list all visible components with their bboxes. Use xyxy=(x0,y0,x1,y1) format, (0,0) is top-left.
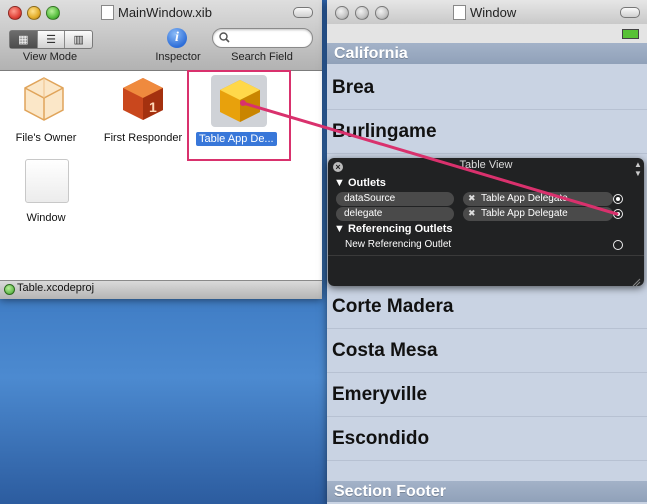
icon-view-icon[interactable]: ▦ xyxy=(10,31,38,48)
toolbar-toggle-button[interactable] xyxy=(293,7,313,18)
outlet-target[interactable]: Table App Delegate xyxy=(463,207,613,221)
document-icon xyxy=(453,5,466,20)
view-mode-control[interactable]: ▦ ☰ ▥ xyxy=(9,30,93,49)
view-mode-label: View Mode xyxy=(22,51,78,63)
window-object-label: Window xyxy=(26,212,66,224)
referencing-disclosure[interactable]: ▼ Referencing Outlets xyxy=(334,223,452,235)
table-row[interactable]: Costa Mesa xyxy=(327,329,647,373)
zoom-button[interactable] xyxy=(46,6,60,20)
minimize-button[interactable] xyxy=(27,6,41,20)
connections-panel: × Table View ▲ ▼ ▼ Outlets dataSource Tab… xyxy=(328,158,644,287)
outlet-target[interactable]: Table App Delegate xyxy=(463,192,613,206)
resize-arrows-icon[interactable]: ▲ ▼ xyxy=(634,160,642,178)
minimize-button[interactable] xyxy=(355,6,369,20)
outlet-name: delegate xyxy=(336,207,454,221)
battery-icon xyxy=(622,29,639,39)
disconnect-icon[interactable]: ✖ xyxy=(468,193,476,204)
table-row[interactable]: Corte Madera xyxy=(327,285,647,329)
disconnect-icon[interactable]: ✖ xyxy=(468,208,476,219)
search-field-label: Search Field xyxy=(231,51,293,63)
zoom-button[interactable] xyxy=(375,6,389,20)
connection-circle-icon[interactable] xyxy=(613,209,623,219)
divider xyxy=(328,255,644,256)
device-status-bar xyxy=(327,24,647,44)
window-object-icon[interactable] xyxy=(25,159,69,203)
section-footer: Section Footer xyxy=(327,481,647,502)
selection-callout-box xyxy=(187,70,291,161)
svg-text:1: 1 xyxy=(149,99,157,115)
close-button[interactable] xyxy=(8,6,22,20)
first-responder-cube-icon[interactable]: 1 xyxy=(121,76,165,122)
outlet-name: dataSource xyxy=(336,192,454,206)
xib-document-window: MainWindow.xib ▦ ☰ ▥ View Mode i Inspect… xyxy=(0,0,322,299)
close-button[interactable] xyxy=(335,6,349,20)
status-indicator-icon xyxy=(4,284,15,295)
column-view-icon[interactable]: ▥ xyxy=(65,31,92,48)
document-icon xyxy=(101,5,114,20)
window-title: Window xyxy=(470,5,517,20)
panel-title: Table View xyxy=(459,159,513,171)
new-referencing-outlet: New Referencing Outlet xyxy=(345,239,452,250)
resize-grip-icon[interactable] xyxy=(632,274,641,287)
section-header: California xyxy=(327,43,647,64)
project-name: Table.xcodeproj xyxy=(17,282,95,294)
table-row[interactable]: Brea xyxy=(327,66,647,110)
inspector-label: Inspector xyxy=(155,51,201,63)
table-row[interactable]: Escondido xyxy=(327,417,647,461)
window-title: MainWindow.xib xyxy=(118,5,212,20)
outlets-header: Outlets xyxy=(347,177,386,189)
table-row[interactable]: Emeryville xyxy=(327,373,647,417)
first-responder-label: First Responder xyxy=(103,132,183,144)
inspector-icon[interactable]: i xyxy=(167,28,187,48)
search-input[interactable] xyxy=(212,28,313,48)
files-owner-label: File's Owner xyxy=(15,132,77,144)
table-row[interactable]: Burlingame xyxy=(327,110,647,154)
connection-circle-icon[interactable] xyxy=(613,240,623,250)
referencing-header: Referencing Outlets xyxy=(347,223,453,235)
search-icon xyxy=(219,32,230,43)
files-owner-cube-icon[interactable] xyxy=(23,76,65,122)
outlets-disclosure[interactable]: ▼ Outlets xyxy=(334,177,386,189)
toolbar-toggle-button[interactable] xyxy=(620,7,640,18)
list-view-icon[interactable]: ☰ xyxy=(38,31,66,48)
connection-circle-icon[interactable] xyxy=(613,194,623,204)
